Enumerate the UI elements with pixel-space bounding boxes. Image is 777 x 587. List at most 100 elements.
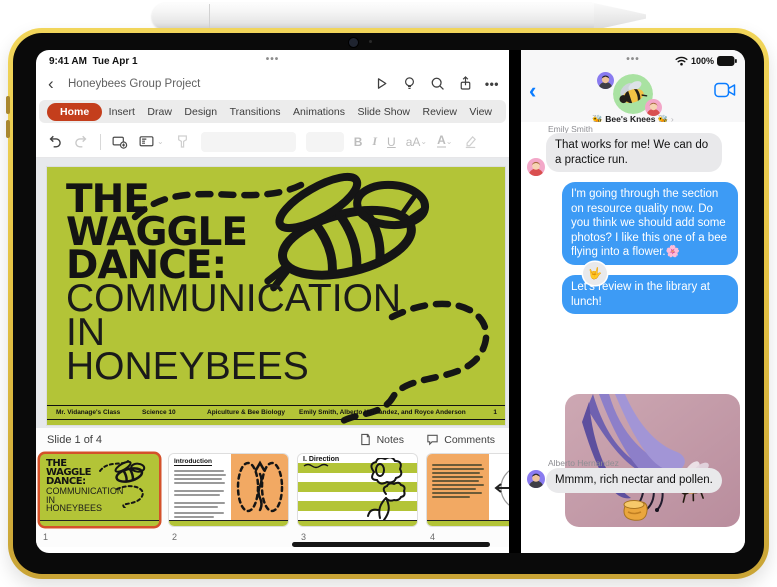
tab-slideshow[interactable]: Slide Show — [351, 103, 416, 121]
tab-animations[interactable]: Animations — [287, 103, 351, 121]
text-case-picker: aA ⌄ — [406, 135, 427, 149]
document-title[interactable]: Honeybees Group Project — [68, 78, 200, 90]
subtitle-line: COMMUNICATION — [66, 277, 402, 320]
tab-design[interactable]: Design — [178, 103, 223, 121]
tab-home[interactable]: Home — [47, 102, 103, 121]
thumb-number: 3 — [301, 532, 307, 542]
tab-transitions[interactable]: Transitions — [224, 103, 287, 121]
format-toolbar: ⌄ B I U aA ⌄ A ⌄ — [36, 126, 509, 158]
status-bar-left: 9:41 AM Tue Apr 1 ••• — [36, 50, 509, 72]
avatar-emily — [527, 158, 545, 176]
highlighter-icon — [462, 133, 479, 150]
thumb-footer-band — [169, 520, 288, 526]
volume-down-button — [6, 120, 10, 138]
home-indicator[interactable] — [292, 542, 490, 547]
slide-canvas: THE WAGGLE DANCE: COMMUNICATION IN HONEY… — [36, 158, 509, 428]
notes-button[interactable]: Notes — [359, 433, 404, 446]
toolbar-divider — [100, 133, 101, 150]
font-name-box — [200, 131, 296, 152]
apple-pencil-seam — [209, 4, 210, 29]
tab-review[interactable]: Review — [417, 103, 463, 121]
app-powerpoint: 9:41 AM Tue Apr 1 ••• ‹ Honeybees Group … — [36, 50, 509, 553]
tapback-reaction[interactable]: 🤟 — [583, 262, 607, 285]
powerpoint-titlebar: ‹ Honeybees Group Project ••• — [36, 72, 509, 98]
titlebar-actions: ••• — [373, 75, 499, 92]
back-icon[interactable]: ‹ — [529, 80, 536, 102]
subtitle-line: HONEYBEES — [66, 345, 309, 388]
slide-thumbnail-1[interactable]: THE WAGGLE DANCE: COMMUNICATION IN HONEY… — [40, 454, 159, 526]
ambient-sensor — [369, 40, 372, 43]
footer-teacher: Mr. Vidanage's Class — [56, 409, 121, 416]
front-camera — [348, 37, 359, 48]
share-icon[interactable] — [457, 75, 474, 92]
splitview-divider[interactable] — [509, 50, 521, 553]
back-icon[interactable]: ‹ — [48, 74, 54, 94]
rehearse-lightbulb-icon[interactable] — [401, 75, 418, 92]
conversation: Emily Smith That works for me! We can do… — [521, 122, 745, 553]
new-slide-icon[interactable] — [111, 133, 128, 150]
text-case-icon: aA — [405, 134, 421, 149]
slide-editor[interactable]: THE WAGGLE DANCE: COMMUNICATION IN HONEY… — [47, 167, 505, 425]
format-painter-icon — [174, 133, 191, 150]
received-message[interactable]: That works for me! We can do a practice … — [546, 133, 722, 172]
sent-message[interactable]: I'm going through the section on resourc… — [562, 182, 738, 265]
avatar-alberto — [527, 470, 545, 488]
thumb-footer-band — [298, 520, 417, 526]
thumb-number: 4 — [430, 532, 436, 542]
slide-footer: Mr. Vidanage's Class Science 10 Apicultu… — [47, 405, 505, 425]
slide-thumbnail-3[interactable]: I. Direction — [298, 454, 417, 526]
underline-squiggle — [303, 463, 329, 469]
thumb-footer-band — [40, 520, 159, 526]
messages-header: ‹ 🐝 Bee's Knees 🐝 › — [521, 72, 745, 124]
footer-subject: Apiculture & Bee Biology — [207, 409, 286, 416]
thumb4-diagram-panel — [489, 454, 509, 521]
ribbon-tab-bar: Home Insert Draw Design Transitions Anim… — [39, 100, 506, 123]
thumb1-subtitle: COMMUNICATION IN HONEYBEES — [46, 487, 123, 513]
slide-filmstrip: THE WAGGLE DANCE: COMMUNICATION IN HONEY… — [36, 452, 509, 547]
wifi-icon — [675, 56, 688, 66]
facetime-video-icon[interactable] — [714, 82, 736, 98]
received-message[interactable]: Mmmm, rich nectar and pollen. — [546, 468, 722, 493]
slide-status-row: Slide 1 of 4 Notes Comments — [36, 428, 509, 452]
tab-insert[interactable]: Insert — [103, 103, 141, 121]
more-icon[interactable]: ••• — [485, 77, 499, 91]
font-color-picker: A ⌄ — [437, 134, 453, 148]
chevron-down-icon: ⌄ — [157, 137, 164, 146]
thumb-number: 1 — [43, 532, 49, 542]
volume-up-button — [6, 96, 10, 114]
avatar-alberto-small — [597, 72, 614, 89]
comments-button[interactable]: Comments — [426, 433, 495, 446]
tab-view[interactable]: View — [463, 103, 498, 121]
flower-doodle — [367, 458, 406, 520]
slide-thumbnail-2[interactable]: Introduction — [169, 454, 288, 526]
ipad-screen: 9:41 AM Tue Apr 1 ••• ‹ Honeybees Group … — [36, 50, 745, 553]
underline-icon: U — [387, 134, 396, 149]
undo-icon[interactable] — [46, 133, 63, 150]
multitask-handle[interactable]: ••• — [36, 54, 509, 65]
italic-icon: I — [372, 134, 378, 148]
thumb-subtitle-line: COMMUNICATION — [46, 486, 124, 496]
slide-thumbnail-4[interactable] — [427, 454, 509, 526]
search-icon[interactable] — [429, 75, 446, 92]
status-bar-right: ••• 100% — [521, 50, 745, 72]
slide-title[interactable]: THE WAGGLE DANCE: — [66, 180, 248, 285]
battery-percentage: 100% — [690, 56, 714, 66]
comments-label: Comments — [444, 433, 495, 446]
redo-icon[interactable] — [73, 133, 90, 150]
tab-draw[interactable]: Draw — [141, 103, 178, 121]
present-icon[interactable] — [373, 75, 390, 92]
slide-counter: Slide 1 of 4 — [47, 434, 103, 446]
angle-diagram — [494, 470, 509, 506]
notes-label: Notes — [376, 433, 404, 446]
slide-footer-band: Mr. Vidanage's Class Science 10 Apicultu… — [47, 406, 505, 420]
layout-picker[interactable]: ⌄ — [138, 133, 164, 150]
battery-icon — [717, 56, 737, 66]
honey-pot-sticker — [623, 500, 648, 521]
footer-authors: Emily Smith, Alberto Hernandez, and Royc… — [299, 409, 466, 416]
slide-subtitle[interactable]: COMMUNICATION IN HONEYBEES — [66, 277, 402, 388]
thumb1-title: THE WAGGLE DANCE: — [46, 459, 91, 487]
thumb-footer-band — [427, 520, 509, 526]
thumb-subtitle-line: HONEYBEES — [46, 503, 103, 513]
waggle-dance-diagram — [236, 460, 284, 513]
chevron-down-icon: ⌄ — [445, 137, 453, 146]
